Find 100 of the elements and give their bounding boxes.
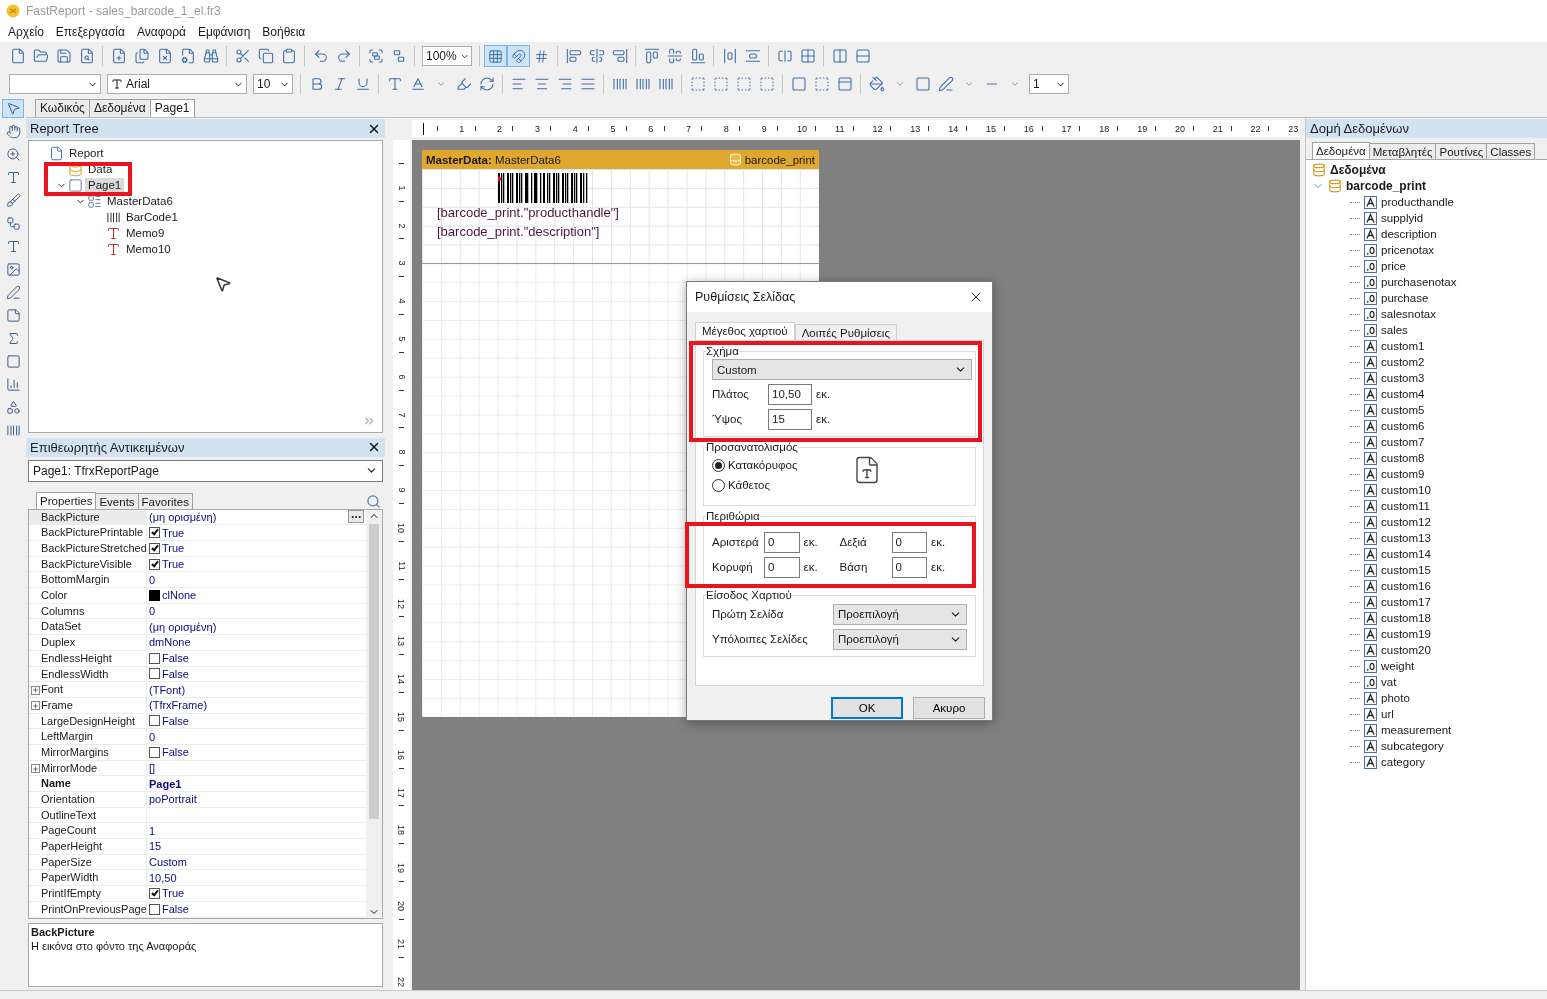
document-tab[interactable]: Page1 bbox=[149, 99, 195, 117]
file-plus-icon[interactable] bbox=[110, 48, 127, 64]
field-item[interactable]: measurement bbox=[1381, 724, 1452, 736]
tree-item[interactable]: MasterData6 bbox=[104, 194, 176, 208]
field-item[interactable]: photo bbox=[1381, 692, 1410, 704]
checkbox[interactable] bbox=[149, 668, 160, 680]
tree-item[interactable]: Memo10 bbox=[123, 242, 174, 256]
field-item[interactable]: custom9 bbox=[1381, 468, 1425, 480]
inspector-tab[interactable]: Properties bbox=[36, 491, 97, 509]
same-width-icon[interactable] bbox=[831, 48, 848, 64]
paper-source-dropdown[interactable]: Προεπιλογή bbox=[833, 628, 967, 650]
field-item[interactable]: custom1 bbox=[1381, 340, 1425, 352]
space-vertical-icon[interactable] bbox=[744, 48, 761, 64]
caret-icon[interactable] bbox=[435, 79, 446, 89]
field-item[interactable]: custom10 bbox=[1381, 484, 1431, 496]
field-item[interactable]: custom16 bbox=[1381, 580, 1431, 592]
frame-top-icon[interactable] bbox=[836, 76, 853, 92]
same-height-icon[interactable] bbox=[854, 48, 871, 64]
frame-icon[interactable] bbox=[712, 76, 729, 92]
font-size-dropdown[interactable]: 10 bbox=[253, 74, 293, 94]
font-color-icon[interactable] bbox=[409, 76, 426, 92]
align-bottom-icon[interactable] bbox=[689, 48, 706, 64]
field-item[interactable]: category bbox=[1381, 756, 1426, 768]
frame-icon[interactable] bbox=[758, 76, 775, 92]
paper-size-dropdown[interactable]: Custom bbox=[712, 359, 972, 380]
margin-field[interactable]: 0 bbox=[891, 531, 927, 553]
caret-icon[interactable] bbox=[894, 79, 905, 89]
margin-field[interactable]: 0 bbox=[764, 531, 800, 553]
orientation-radio[interactable]: Κάθετος bbox=[712, 475, 852, 495]
field-item[interactable]: custom15 bbox=[1381, 564, 1431, 576]
field-item[interactable]: custom3 bbox=[1381, 372, 1425, 384]
align-middle-icon[interactable] bbox=[666, 48, 683, 64]
align-left-icon[interactable] bbox=[565, 48, 582, 64]
redo-icon[interactable] bbox=[335, 48, 352, 64]
field-item[interactable]: purchase bbox=[1381, 292, 1429, 304]
fill-icon[interactable] bbox=[868, 76, 885, 92]
scissors-icon[interactable] bbox=[234, 48, 251, 64]
barcode-drawing[interactable] bbox=[498, 173, 588, 203]
data-tab[interactable]: Μεταβλητές bbox=[1368, 143, 1437, 159]
align-center-icon[interactable] bbox=[588, 48, 605, 64]
field-item[interactable]: producthandle bbox=[1381, 196, 1454, 208]
align-top-icon[interactable] bbox=[643, 48, 660, 64]
vertical-lines-icon[interactable] bbox=[611, 76, 628, 92]
files-icon[interactable] bbox=[133, 48, 150, 64]
field-item[interactable]: salesnotax bbox=[1381, 308, 1436, 320]
binoculars-icon[interactable] bbox=[202, 48, 219, 64]
checkbox[interactable] bbox=[149, 652, 160, 664]
checkbox[interactable] bbox=[149, 746, 160, 758]
field-item[interactable]: custom5 bbox=[1381, 404, 1425, 416]
tree-item[interactable]: Report bbox=[66, 146, 107, 160]
checkbox[interactable] bbox=[149, 527, 160, 539]
paper-source-dropdown[interactable]: Προεπιλογή bbox=[833, 603, 967, 625]
center-horizontal-icon[interactable] bbox=[776, 48, 793, 64]
field-item[interactable]: weight bbox=[1381, 660, 1415, 672]
data-tab[interactable]: Ρουτίνες bbox=[1435, 143, 1488, 159]
field-item[interactable]: custom7 bbox=[1381, 436, 1425, 448]
frame-icon[interactable] bbox=[689, 76, 706, 92]
field-item[interactable]: custom13 bbox=[1381, 532, 1431, 544]
menu-item[interactable]: Αναφορά bbox=[130, 22, 192, 42]
menu-item[interactable]: Εμφάνιση bbox=[191, 22, 257, 42]
scrollbar[interactable] bbox=[366, 509, 382, 918]
align-right-text-icon[interactable] bbox=[556, 76, 573, 92]
document-tab[interactable]: Κωδικός bbox=[35, 99, 90, 117]
menu-item[interactable]: Αρχείο bbox=[2, 22, 50, 42]
caret-icon[interactable] bbox=[1009, 79, 1020, 89]
data-tab[interactable]: Δεδομένα bbox=[1312, 142, 1370, 159]
object-dropdown[interactable]: Page1: TfrxReportPage bbox=[28, 459, 383, 482]
expand-button[interactable] bbox=[31, 685, 40, 695]
tree-root[interactable]: Δεδομένα bbox=[1330, 163, 1386, 177]
field-item[interactable]: vat bbox=[1381, 676, 1397, 688]
text-style-icon[interactable] bbox=[386, 76, 403, 92]
vertical-lines-icon[interactable] bbox=[634, 76, 651, 92]
frame-icon[interactable] bbox=[735, 76, 752, 92]
menu-item[interactable]: Επεξεργασία bbox=[49, 22, 131, 42]
checkbox[interactable] bbox=[149, 903, 160, 915]
checkbox[interactable] bbox=[149, 715, 160, 727]
align-left-text-icon[interactable] bbox=[510, 76, 527, 92]
tree-item[interactable]: BarCode1 bbox=[123, 210, 181, 224]
pointer-tool[interactable] bbox=[2, 99, 24, 118]
file-search-icon[interactable] bbox=[78, 48, 95, 64]
ok-button[interactable]: OK bbox=[831, 697, 903, 719]
save-icon[interactable] bbox=[55, 48, 72, 64]
field-item[interactable]: custom11 bbox=[1381, 500, 1430, 512]
dialog-tab[interactable]: Μέγεθος χαρτιού bbox=[695, 322, 795, 340]
margin-field[interactable]: 0 bbox=[764, 556, 800, 578]
field-item[interactable]: custom12 bbox=[1381, 516, 1431, 528]
clipboard-icon[interactable] bbox=[280, 48, 297, 64]
field-item[interactable]: custom18 bbox=[1381, 612, 1431, 624]
folder-icon[interactable] bbox=[32, 48, 49, 64]
field-item[interactable]: purchasenotax bbox=[1381, 276, 1457, 288]
tree-item[interactable]: Memo9 bbox=[123, 226, 168, 240]
field-item[interactable]: description bbox=[1381, 228, 1437, 240]
copy-icon[interactable] bbox=[257, 48, 274, 64]
justify-icon[interactable] bbox=[579, 76, 596, 92]
field-item[interactable]: url bbox=[1381, 708, 1394, 720]
field-item[interactable]: custom4 bbox=[1381, 388, 1425, 400]
expand-button[interactable] bbox=[31, 701, 40, 711]
checkbox[interactable] bbox=[149, 558, 160, 570]
tree-item[interactable]: Page1 bbox=[85, 178, 125, 192]
style-dropdown[interactable] bbox=[9, 74, 101, 94]
